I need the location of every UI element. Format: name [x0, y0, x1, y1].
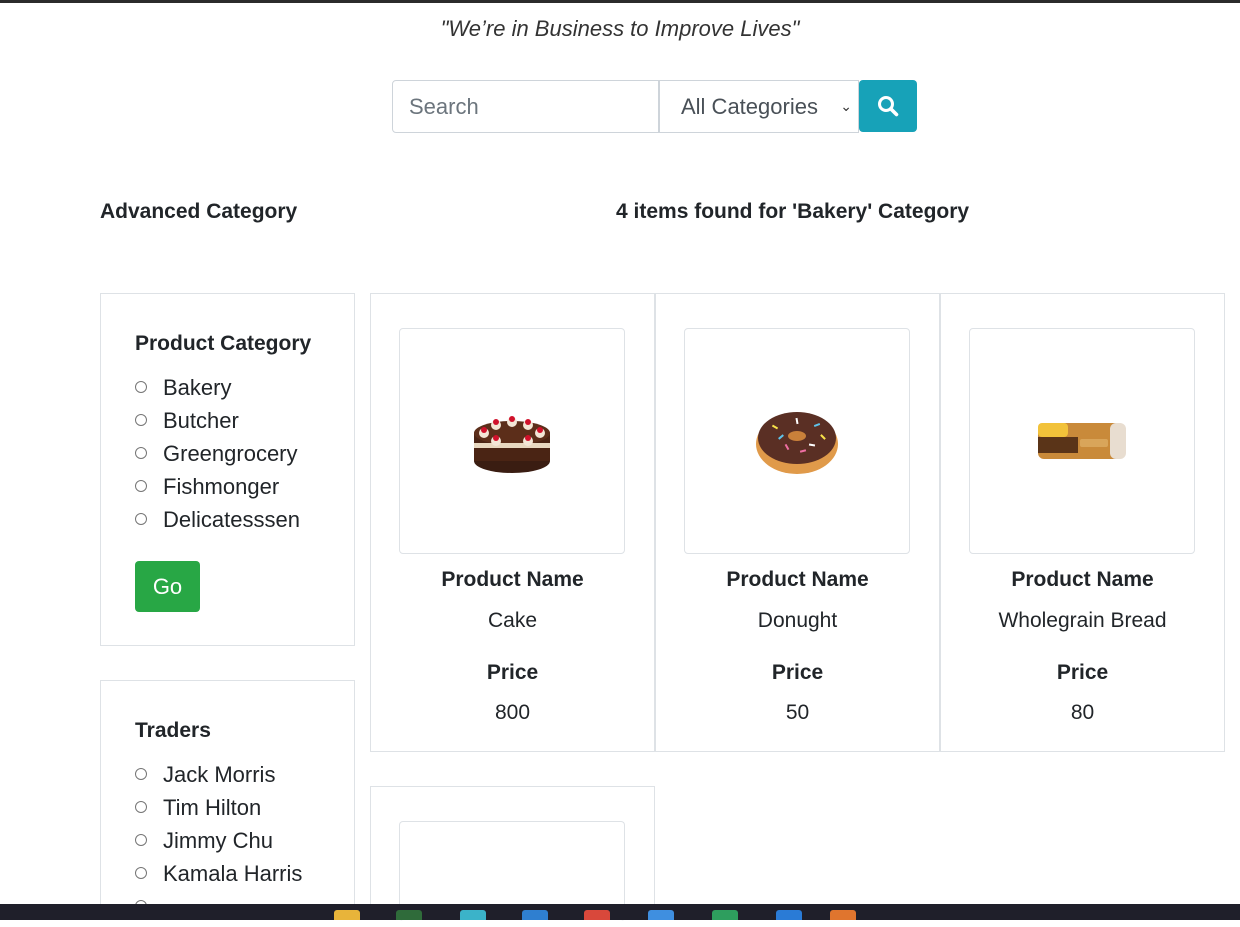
product-name: Cake — [487, 609, 538, 632]
radio-button[interactable] — [135, 480, 147, 492]
radio-button[interactable] — [135, 447, 147, 459]
category-option-label: Fishmonger — [163, 474, 280, 499]
traders-panel: Traders Jack Morris Tim Hilton Jimmy Chu… — [100, 680, 355, 920]
bread-image — [1038, 423, 1126, 459]
product-image-frame[interactable] — [969, 328, 1195, 554]
product-price: 800 — [494, 701, 531, 724]
radio-button[interactable] — [135, 801, 147, 813]
product-card[interactable] — [370, 786, 655, 921]
category-option-butcher[interactable]: Butcher — [135, 408, 239, 441]
search-icon — [878, 96, 899, 117]
product-card[interactable]: Product Name Cake Price 800 — [370, 293, 655, 752]
search-button[interactable] — [859, 80, 917, 132]
category-option-delicatessen[interactable]: Delicatesssen — [135, 507, 300, 540]
product-card[interactable]: Product Name Donught Price 50 — [655, 293, 940, 752]
product-image-frame[interactable] — [684, 328, 910, 554]
browser-icon[interactable] — [584, 910, 610, 920]
category-option-greengrocery[interactable]: Greengrocery — [135, 441, 298, 474]
trader-option-label: Jimmy Chu — [163, 828, 274, 853]
radio-button[interactable] — [135, 513, 147, 525]
cake-image — [474, 416, 550, 473]
price-label: Price — [486, 661, 539, 684]
search-input[interactable] — [392, 80, 659, 133]
category-option-label: Butcher — [163, 408, 239, 433]
app-icon[interactable] — [460, 910, 486, 920]
product-name: Wholegrain Bread — [998, 609, 1167, 632]
trader-option-label: Kamala Harris — [163, 861, 303, 886]
trader-option-label: Jack Morris — [163, 762, 276, 787]
product-card[interactable]: Product Name Wholegrain Bread Price 80 — [940, 293, 1225, 752]
category-option-label: Delicatesssen — [163, 507, 300, 532]
spreadsheet-icon[interactable] — [712, 910, 738, 920]
radio-button[interactable] — [135, 867, 147, 879]
trader-option-label: Tim Hilton — [163, 795, 262, 820]
radio-button[interactable] — [135, 768, 147, 780]
product-price: 50 — [785, 701, 810, 724]
radio-button[interactable] — [135, 414, 147, 426]
product-name-label: Product Name — [726, 568, 869, 591]
trader-option-jimmy-chu[interactable]: Jimmy Chu — [135, 828, 274, 861]
app-icon[interactable] — [396, 910, 422, 920]
category-option-bakery[interactable]: Bakery — [135, 375, 232, 408]
trader-option-tim-hilton[interactable]: Tim Hilton — [135, 795, 262, 828]
app-icon[interactable] — [522, 910, 548, 920]
results-heading: 4 items found for 'Bakery' Category — [616, 200, 970, 223]
app-icon[interactable] — [830, 910, 856, 920]
donut-image — [756, 412, 838, 474]
trader-option-jack-morris[interactable]: Jack Morris — [135, 762, 276, 795]
category-option-fishmonger[interactable]: Fishmonger — [135, 474, 280, 507]
chevron-down-icon: ⌄ — [840, 98, 852, 114]
folder-icon[interactable] — [334, 910, 360, 920]
product-name: Donught — [757, 609, 838, 632]
taskbar — [0, 904, 1240, 920]
product-image-frame[interactable] — [399, 328, 625, 554]
product-name-label: Product Name — [1011, 568, 1154, 591]
product-name-label: Product Name — [441, 568, 584, 591]
advanced-category-heading: Advanced Category — [100, 200, 298, 223]
traders-title: Traders — [135, 719, 211, 742]
product-category-panel: Product Category Bakery Butcher Greengro… — [100, 293, 355, 646]
category-option-label: Bakery — [163, 375, 232, 400]
go-button[interactable]: Go — [135, 561, 200, 612]
product-price: 80 — [1070, 701, 1095, 724]
price-label: Price — [771, 661, 824, 684]
product-category-title: Product Category — [135, 332, 312, 355]
app-icon[interactable] — [776, 910, 802, 920]
app-icon[interactable] — [648, 910, 674, 920]
radio-button[interactable] — [135, 381, 147, 393]
tagline: "We’re in Business to Improve Lives" — [440, 16, 800, 41]
price-label: Price — [1056, 661, 1109, 684]
trader-option-kamala-harris[interactable]: Kamala Harris — [135, 861, 303, 894]
radio-button[interactable] — [135, 834, 147, 846]
category-select-value: All Categories — [681, 94, 818, 119]
category-select[interactable]: All Categories ⌄ — [659, 80, 859, 133]
category-option-label: Greengrocery — [163, 441, 298, 466]
window-top-border — [0, 0, 1240, 3]
